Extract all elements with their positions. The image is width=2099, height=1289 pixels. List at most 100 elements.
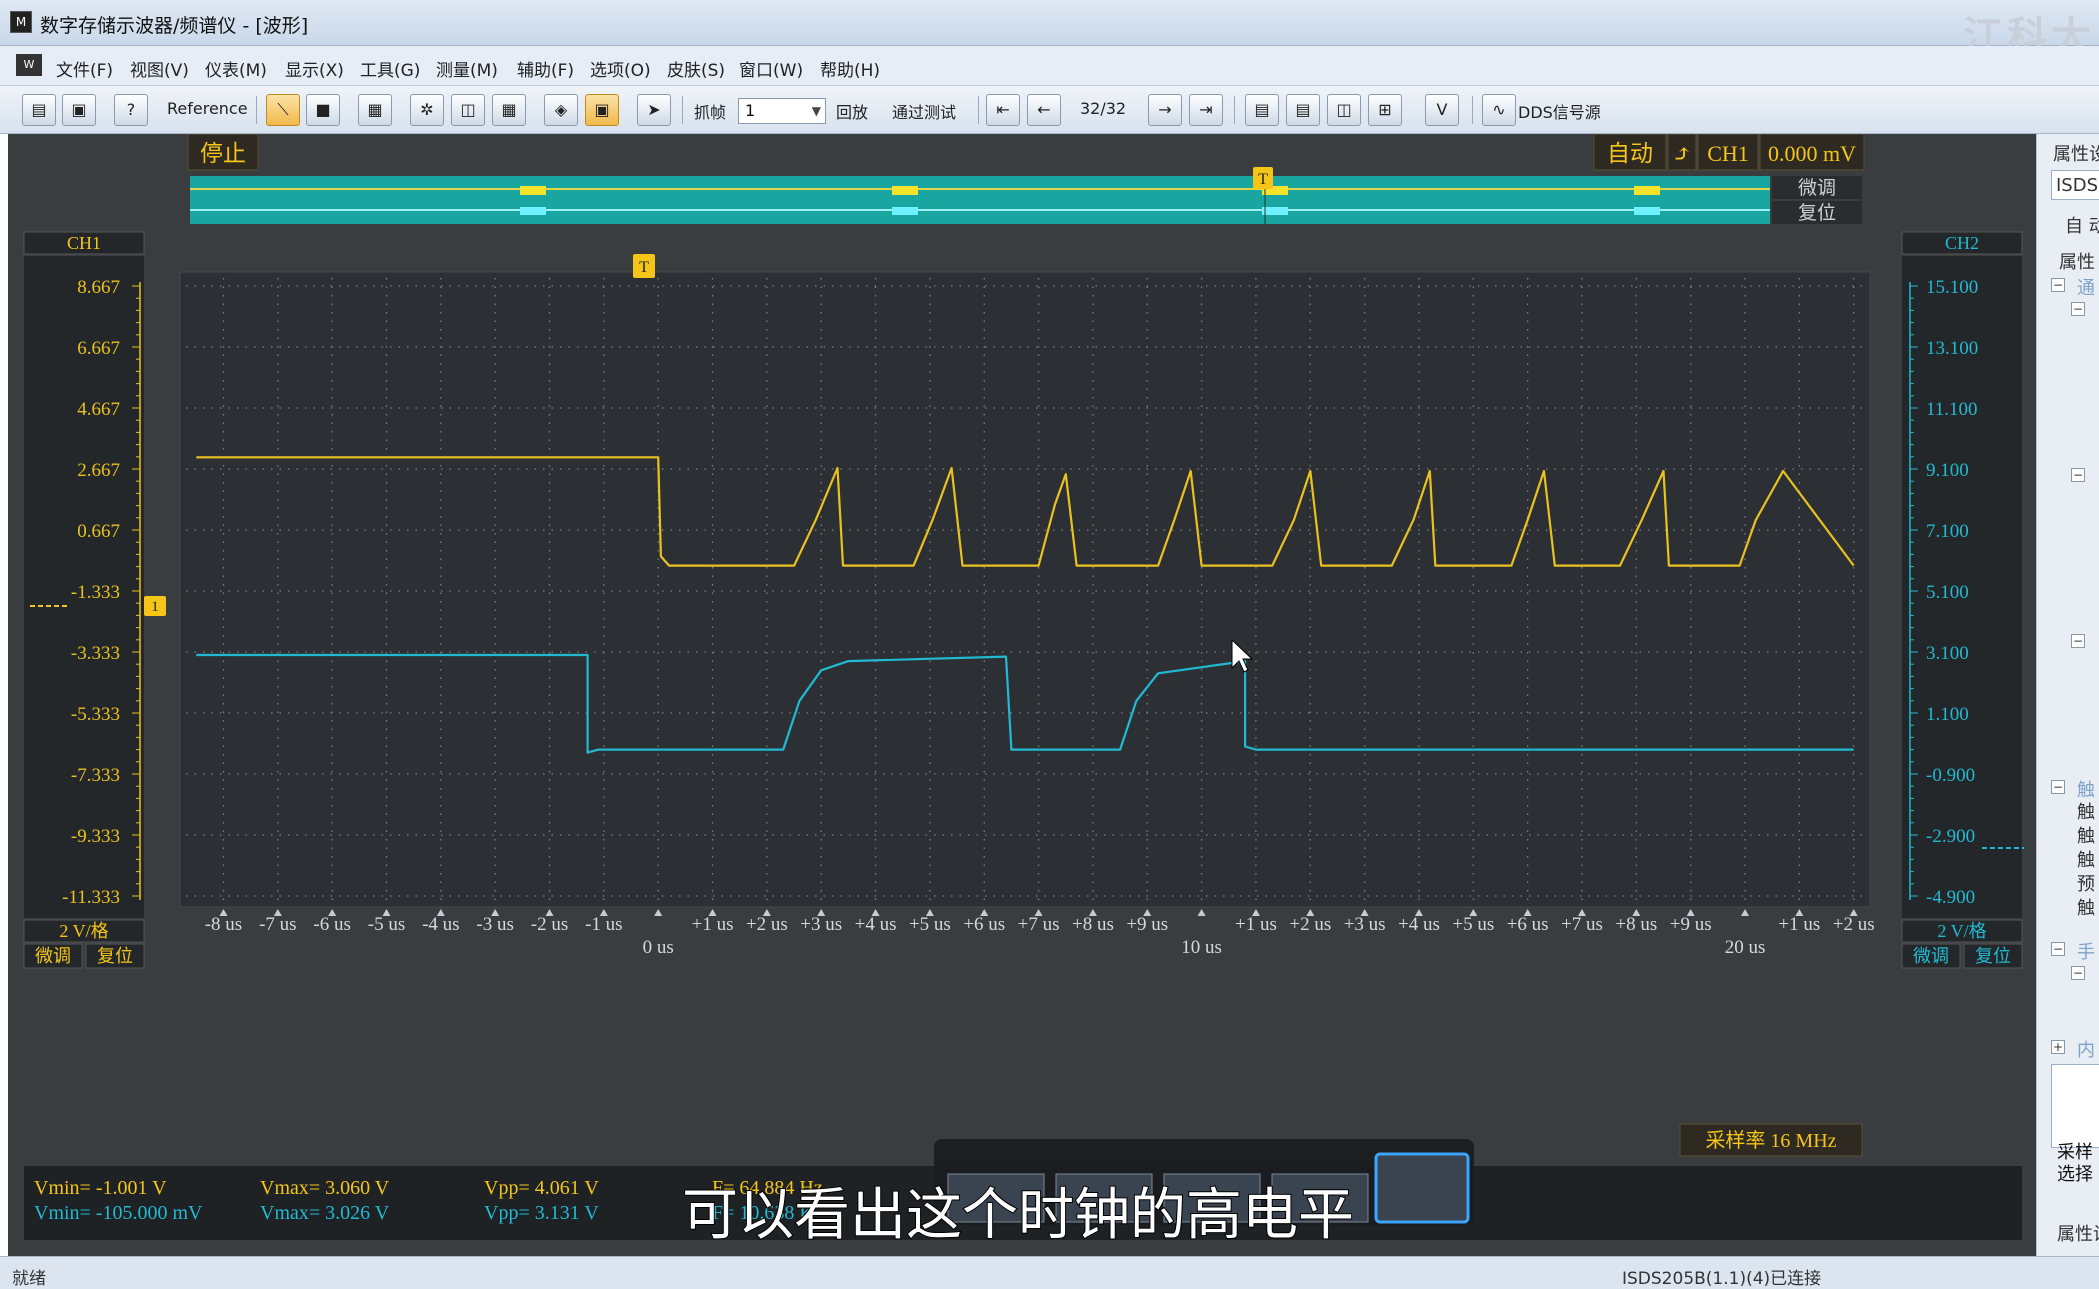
save-icon[interactable]: ▣ xyxy=(62,94,96,126)
tree-node[interactable]: 触 xyxy=(2077,894,2095,920)
menu-view[interactable]: 视图(V) xyxy=(130,56,189,81)
menu-file[interactable]: 文件(F) xyxy=(56,56,113,81)
device-select[interactable]: ISDS2 xyxy=(2051,170,2099,200)
dds-signal-button[interactable]: DDS信号源 xyxy=(1518,99,1601,123)
ch2-reset-button[interactable]: 复位 xyxy=(1975,946,2011,966)
tree-node[interactable]: 内 xyxy=(2077,1036,2095,1062)
playback-button[interactable]: 回放 xyxy=(836,99,868,123)
tick-label: 9.100 xyxy=(1926,460,1969,481)
tree-node[interactable]: 触 xyxy=(2077,846,2095,872)
tree-collapse-icon[interactable]: − xyxy=(2051,942,2065,956)
layout-grid-icon[interactable]: ⊞ xyxy=(1368,94,1402,126)
prev-frame-icon[interactable]: ← xyxy=(1027,94,1061,126)
trigger-mode-label[interactable]: 自动 xyxy=(1607,141,1653,166)
menu-options[interactable]: 选项(O) xyxy=(590,56,651,81)
sample-rate-label[interactable]: 采样率 16 MHz xyxy=(1705,1129,1836,1152)
mdi-window-icon[interactable]: W xyxy=(16,54,42,76)
auto-set-icon[interactable]: ✲ xyxy=(410,94,444,126)
x-tick-label: +2 us xyxy=(746,914,788,935)
trigger-source-label[interactable]: CH1 xyxy=(1707,141,1749,166)
menu-instrument[interactable]: 仪表(M) xyxy=(205,56,267,81)
voltage-v-icon[interactable]: V xyxy=(1425,94,1459,126)
properties-tab[interactable]: 属性 xyxy=(2059,248,2095,274)
ch2-scale-label[interactable]: 2 V/格 xyxy=(1937,921,1986,941)
dropdown-arrow-icon: ▼ xyxy=(811,104,821,118)
tree-collapse-icon[interactable]: − xyxy=(2051,780,2065,794)
menu-tools[interactable]: 工具(G) xyxy=(360,56,420,81)
ch1-scale-label[interactable]: 2 V/格 xyxy=(59,921,108,941)
cursor-columns-icon[interactable]: ◫ xyxy=(451,94,485,126)
pointer-icon[interactable]: ➤ xyxy=(637,94,671,126)
help-icon[interactable]: ? xyxy=(114,94,148,126)
tree-node[interactable]: 触 xyxy=(2077,798,2095,824)
tree-node[interactable]: 触 xyxy=(2077,822,2095,848)
ch1-fine-button[interactable]: 微调 xyxy=(35,946,71,966)
tree-collapse-icon[interactable]: − xyxy=(2071,966,2085,980)
run-mode-icon[interactable]: ⟍ xyxy=(266,94,300,126)
tree-node[interactable]: 通 xyxy=(2077,274,2095,300)
tree-expand-icon[interactable]: + xyxy=(2051,1040,2065,1054)
auto-button[interactable]: 自 动 xyxy=(2065,212,2099,238)
x-tick-label: -1 us xyxy=(585,914,622,935)
x-tick-label: +1 us xyxy=(1778,914,1820,935)
measure-table-icon[interactable]: ▦ xyxy=(492,94,526,126)
menu-measure[interactable]: 测量(M) xyxy=(436,56,498,81)
x-tick-label: 10 us xyxy=(1181,937,1222,958)
frame-counter: 32/32 xyxy=(1080,99,1127,118)
pass-test-button[interactable]: 通过测试 xyxy=(892,99,956,123)
description-box xyxy=(2051,1064,2099,1148)
x-tick-label: +2 us xyxy=(1289,914,1331,935)
x-tick-label: -3 us xyxy=(476,914,513,935)
tree-collapse-icon[interactable]: − xyxy=(2071,302,2085,316)
tree-collapse-icon[interactable]: − xyxy=(2071,468,2085,482)
overview-trigger-marker[interactable]: T xyxy=(1253,167,1273,189)
ch1-axis-label[interactable]: CH1 xyxy=(67,233,101,253)
tree-node[interactable]: 手 xyxy=(2077,938,2095,964)
tree-collapse-icon[interactable]: − xyxy=(2071,634,2085,648)
color-palette-icon[interactable]: ▦ xyxy=(358,94,392,126)
window-title: 数字存储示波器/频谱仪 - [波形] xyxy=(40,15,309,37)
trigger-level-label[interactable]: 0.000 mV xyxy=(1768,141,1856,166)
tag-icon[interactable]: ◈ xyxy=(544,94,578,126)
menu-skin[interactable]: 皮肤(S) xyxy=(667,56,725,81)
ch1-vmin: Vmin= -1.001 V xyxy=(34,1177,167,1199)
menu-window[interactable]: 窗口(W) xyxy=(739,56,803,81)
menu-assist[interactable]: 辅助(F) xyxy=(517,56,574,81)
menu-display[interactable]: 显示(X) xyxy=(285,56,344,81)
overview-fine-button[interactable]: 微调 xyxy=(1798,177,1836,199)
plot-trigger-marker[interactable]: T xyxy=(633,254,655,278)
open-icon[interactable]: ▤ xyxy=(22,94,56,126)
overview-reset-button[interactable]: 复位 xyxy=(1798,202,1836,224)
property-panel-tab[interactable]: 属性设 xyxy=(2057,1220,2099,1246)
plot-area[interactable] xyxy=(179,271,1871,908)
stop-icon[interactable]: ■ xyxy=(306,94,340,126)
waveform-canvas[interactable]: 停止 自动 ⤴ CH1 0.000 mV T 微调 复位 CH1 8.6676.… xyxy=(8,133,2036,1256)
tree-collapse-icon[interactable]: − xyxy=(2051,278,2065,292)
tree-node[interactable]: 预 xyxy=(2077,870,2095,896)
app-logo-icon: M xyxy=(10,11,32,33)
reference-button[interactable]: Reference xyxy=(167,99,248,118)
layout-horizontal-icon[interactable]: ▤ xyxy=(1286,94,1320,126)
rising-edge-icon[interactable]: ⤴ xyxy=(1672,142,1692,168)
tick-label: 6.667 xyxy=(77,338,120,359)
ch2-fine-button[interactable]: 微调 xyxy=(1913,946,1949,966)
first-frame-icon[interactable]: ⇤ xyxy=(986,94,1020,126)
last-frame-icon[interactable]: ⇥ xyxy=(1189,94,1223,126)
run-state-label[interactable]: 停止 xyxy=(200,141,246,166)
menu-bar: W 文件(F) 视图(V) 仪表(M) 显示(X) 工具(G) 测量(M) 辅助… xyxy=(0,46,2099,86)
tick-label: 7.100 xyxy=(1926,521,1969,542)
dds-icon[interactable]: ∿ xyxy=(1482,94,1516,126)
overview-bar[interactable] xyxy=(190,176,1770,224)
ch1-reset-button[interactable]: 复位 xyxy=(97,946,133,966)
ch2-axis-label[interactable]: CH2 xyxy=(1945,233,1979,253)
layout-single-icon[interactable]: ▤ xyxy=(1245,94,1279,126)
capture-frame-select[interactable]: 1 ▼ xyxy=(738,98,826,124)
ch1-vpp: Vpp= 4.061 V xyxy=(484,1177,599,1199)
menu-help[interactable]: 帮助(H) xyxy=(820,56,880,81)
x-tick-marker xyxy=(654,909,663,916)
device-select-value: ISDS2 xyxy=(2056,175,2099,196)
next-frame-icon[interactable]: → xyxy=(1148,94,1182,126)
x-tick-label: +8 us xyxy=(1615,914,1657,935)
layout-vertical-icon[interactable]: ◫ xyxy=(1327,94,1361,126)
zoom-fit-icon[interactable]: ▣ xyxy=(585,94,619,126)
